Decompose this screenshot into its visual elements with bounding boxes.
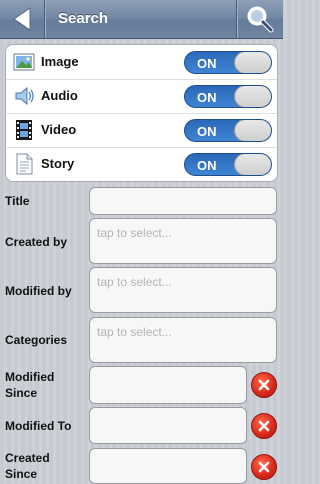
media-row-audio: Audio ON xyxy=(6,79,277,114)
audio-toggle[interactable]: ON xyxy=(184,85,272,108)
close-icon xyxy=(258,420,270,432)
page-title: Search xyxy=(58,10,109,27)
media-type-list: Image ON Audio ON Video ON Story ON xyxy=(5,44,278,182)
modified-to-label: Modified To xyxy=(5,419,72,433)
categories-field[interactable]: tap to select... xyxy=(89,317,277,363)
toggle-state: ON xyxy=(197,158,217,173)
categories-placeholder: tap to select... xyxy=(97,325,172,339)
speaker-icon xyxy=(15,86,34,106)
modified-since-label-2: Since xyxy=(5,386,38,400)
close-icon xyxy=(258,379,270,391)
toggle-knob xyxy=(234,120,271,141)
document-icon xyxy=(16,153,33,175)
created-since-label-2: Since xyxy=(5,467,38,481)
toggle-state: ON xyxy=(197,90,217,105)
toggle-knob xyxy=(234,154,271,175)
modified-by-label: Modified by xyxy=(5,284,72,298)
media-row-story: Story ON xyxy=(6,147,277,181)
back-arrow-icon xyxy=(13,7,31,31)
clear-modified-since-button[interactable] xyxy=(251,372,277,398)
clear-modified-to-button[interactable] xyxy=(251,413,277,439)
title-label: Title xyxy=(5,194,30,208)
close-icon xyxy=(258,461,270,473)
created-since-label-1: Created xyxy=(5,451,50,465)
search-button[interactable] xyxy=(236,0,283,38)
media-label: Story xyxy=(41,156,75,171)
created-by-placeholder: tap to select... xyxy=(97,226,172,240)
media-label: Video xyxy=(41,122,77,137)
toggle-state: ON xyxy=(197,56,217,71)
magnifier-icon xyxy=(247,6,274,33)
modified-by-placeholder: tap to select... xyxy=(97,275,172,289)
film-icon xyxy=(16,120,32,140)
created-since-field[interactable] xyxy=(89,448,247,484)
nav-bar: Search xyxy=(0,0,283,39)
media-label: Audio xyxy=(41,88,78,103)
video-toggle[interactable]: ON xyxy=(184,119,272,142)
media-row-video: Video ON xyxy=(6,113,277,148)
toggle-knob xyxy=(234,86,271,107)
modified-since-field[interactable] xyxy=(89,366,247,404)
back-button[interactable] xyxy=(0,0,45,38)
image-toggle[interactable]: ON xyxy=(184,51,272,74)
modified-to-field[interactable] xyxy=(89,407,247,444)
media-label: Image xyxy=(41,54,79,69)
modified-by-field[interactable]: tap to select... xyxy=(89,267,277,313)
modified-since-label-1: Modified xyxy=(5,370,55,384)
title-field[interactable] xyxy=(89,187,277,215)
categories-label: Categories xyxy=(5,333,68,347)
image-icon xyxy=(13,53,35,71)
clear-created-since-button[interactable] xyxy=(251,454,277,480)
created-by-field[interactable]: tap to select... xyxy=(89,218,277,264)
media-row-image: Image ON xyxy=(6,45,277,80)
story-toggle[interactable]: ON xyxy=(184,153,272,176)
toggle-knob xyxy=(234,52,271,73)
toggle-state: ON xyxy=(197,124,217,139)
created-by-label: Created by xyxy=(5,235,68,249)
